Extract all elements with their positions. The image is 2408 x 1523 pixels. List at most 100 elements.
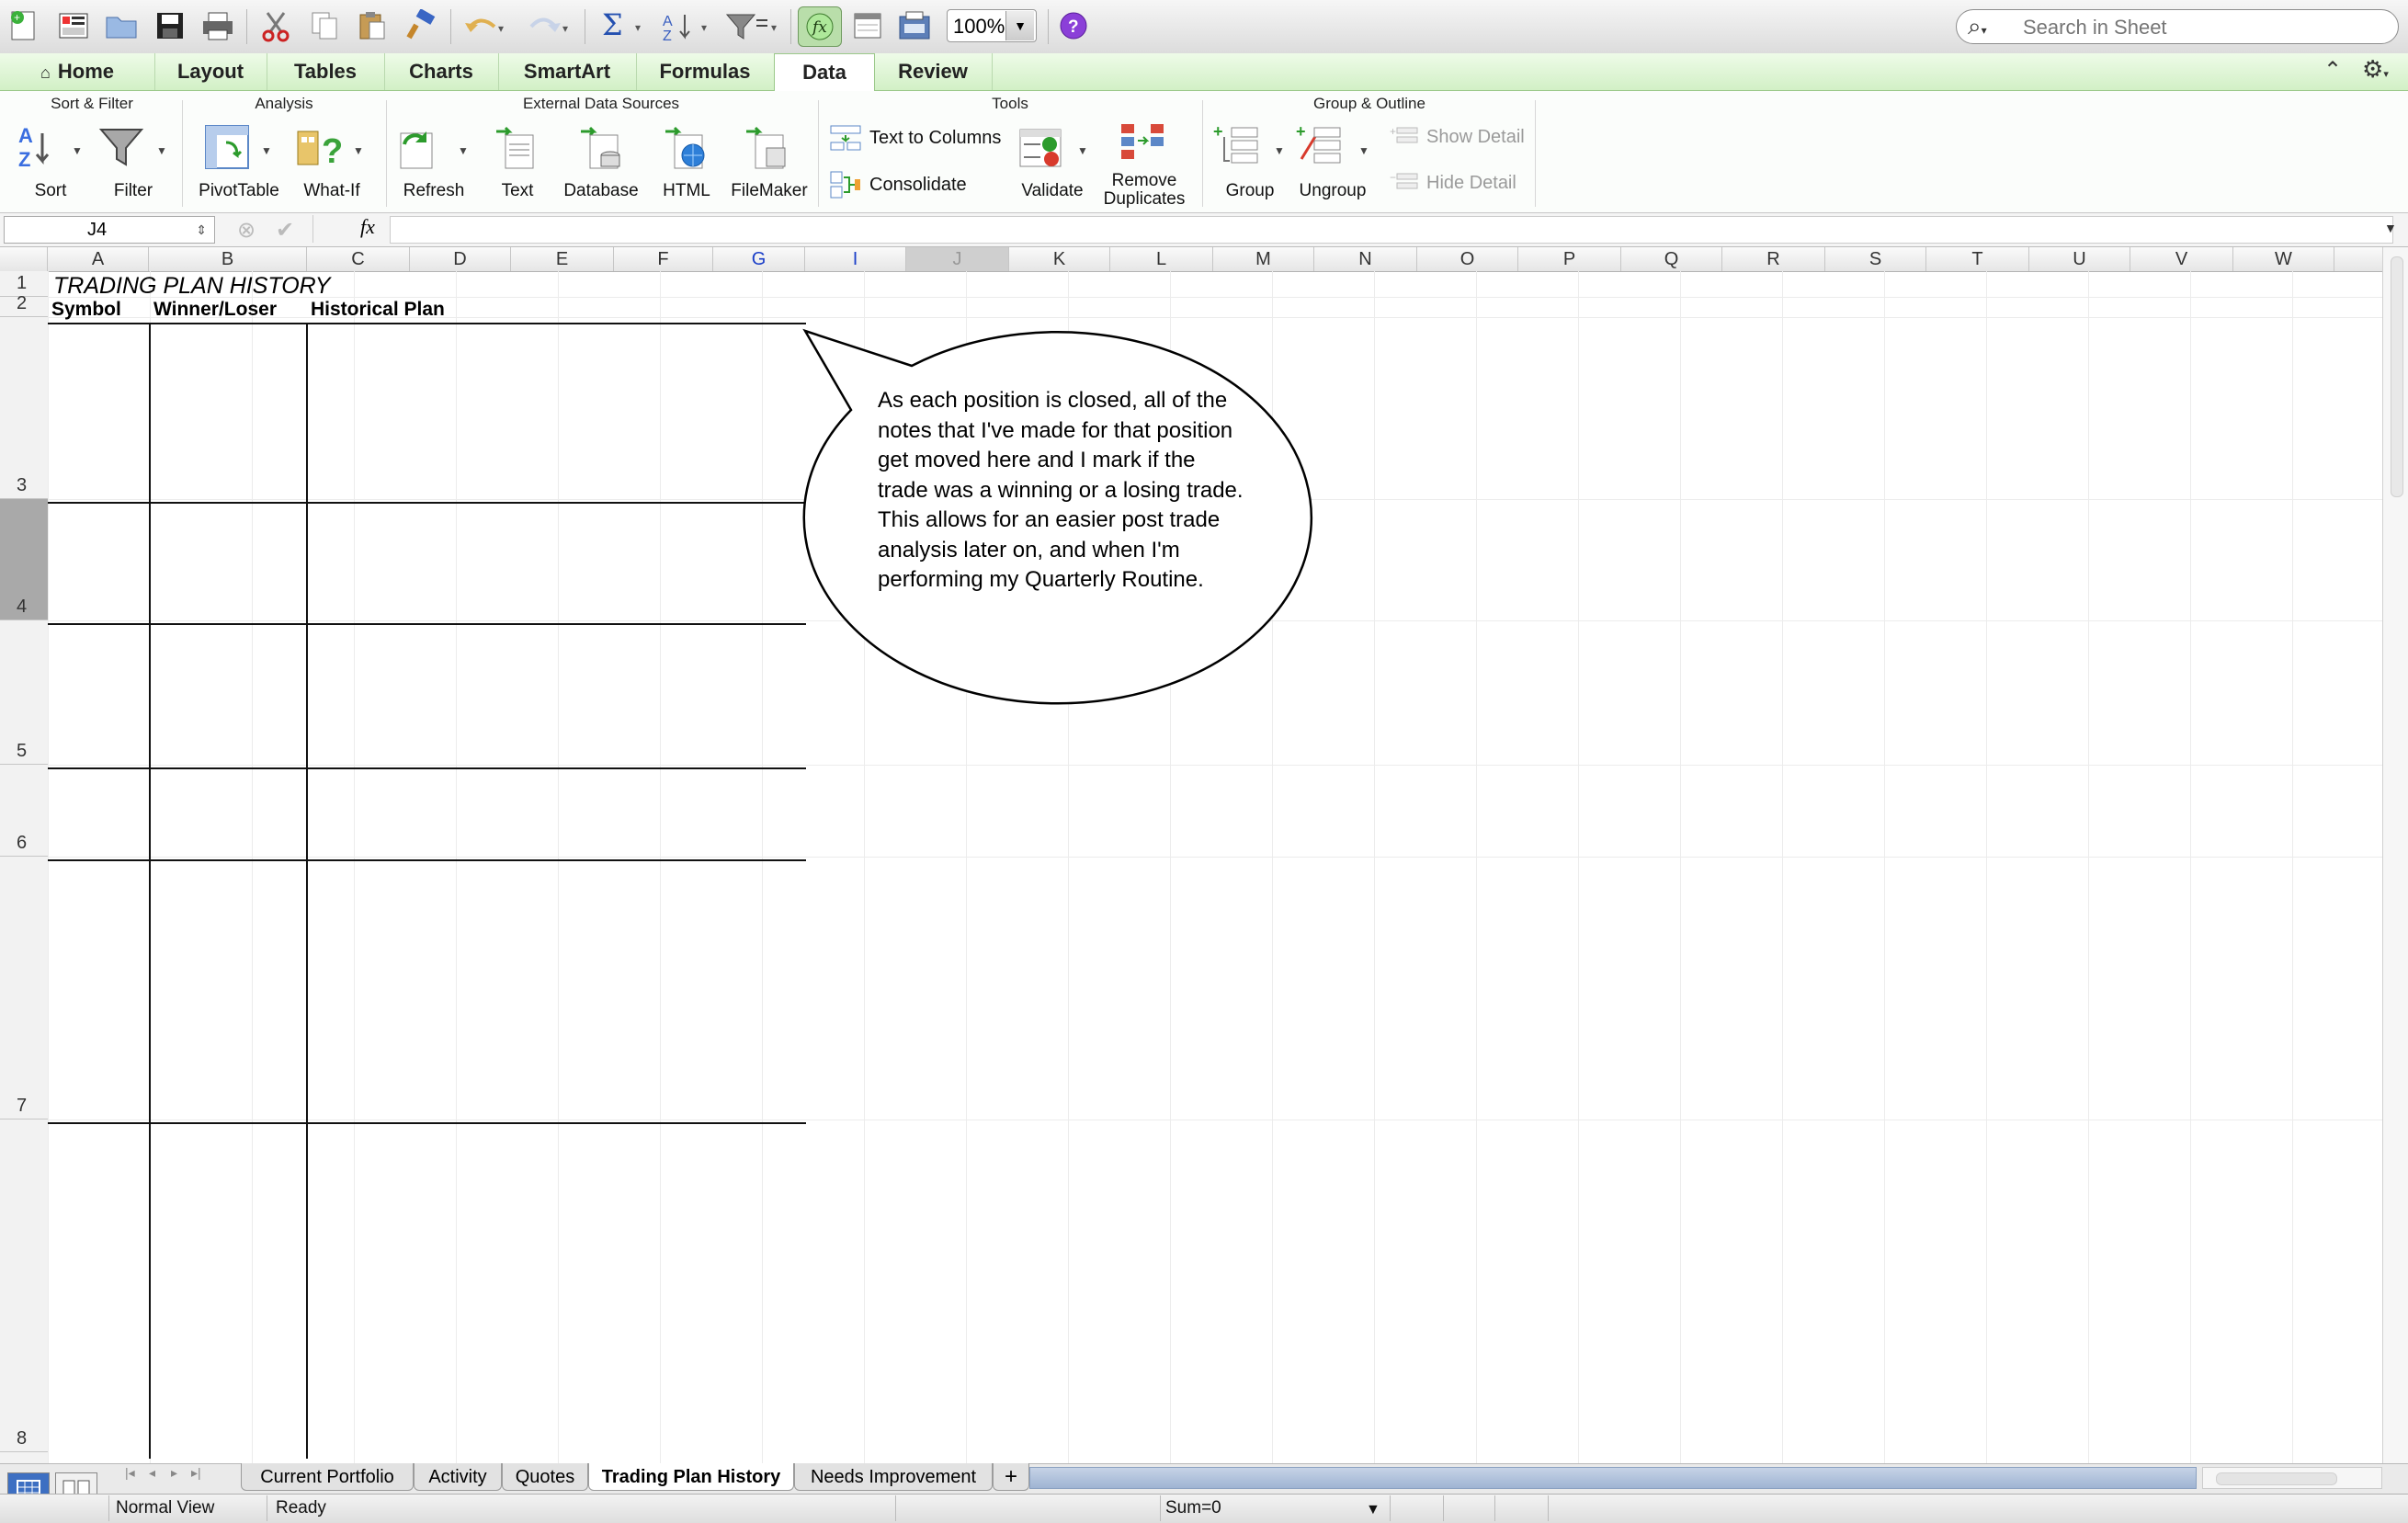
column-header[interactable]: D xyxy=(410,247,511,271)
help-icon[interactable]: ? xyxy=(1055,6,1092,46)
cancel-entry-icon[interactable]: ⊗ xyxy=(237,217,256,244)
what-if-icon[interactable]: ? xyxy=(296,122,346,172)
collapse-ribbon-icon[interactable]: ⌃ xyxy=(2323,57,2342,84)
database-icon[interactable] xyxy=(577,122,627,172)
cut-icon[interactable] xyxy=(257,6,294,46)
column-header-active[interactable]: J xyxy=(906,247,1009,271)
sheet-tab-quotes[interactable]: Quotes xyxy=(502,1463,588,1491)
remove-duplicates-button-label[interactable]: Remove Duplicates xyxy=(1103,172,1186,209)
refresh-dropdown-icon[interactable]: ▼ xyxy=(458,144,469,157)
sort-dropdown-icon[interactable]: ▼ xyxy=(72,144,83,157)
search-box[interactable]: ⌕▾ xyxy=(1956,9,2399,44)
next-sheet-icon[interactable]: ▸ xyxy=(171,1465,177,1481)
sheet-tab-current-portfolio[interactable]: Current Portfolio xyxy=(241,1463,414,1491)
column-header[interactable]: V xyxy=(2130,247,2233,271)
name-box-stepper-icon[interactable]: ⇕ xyxy=(196,217,207,243)
horizontal-scroll-track[interactable] xyxy=(2202,1467,2382,1489)
validate-icon[interactable] xyxy=(1018,124,1068,174)
sort-icon[interactable]: AZ xyxy=(13,122,62,172)
fx-icon[interactable]: fx xyxy=(360,215,375,239)
filemaker-icon[interactable] xyxy=(743,122,792,172)
tab-data[interactable]: Data xyxy=(774,53,875,92)
ungroup-icon[interactable]: + xyxy=(1296,122,1346,172)
sheet-tab-activity[interactable]: Activity xyxy=(414,1463,502,1491)
filter-toolbar-icon[interactable]: ▾ xyxy=(722,6,783,46)
refresh-button-label[interactable]: Refresh xyxy=(395,181,472,201)
vertical-scroll-thumb[interactable] xyxy=(2391,256,2403,497)
undo-icon[interactable]: ▾ xyxy=(460,6,513,46)
filter-icon[interactable] xyxy=(97,122,147,172)
column-header[interactable]: C xyxy=(307,247,410,271)
text-button-label[interactable]: Text xyxy=(485,181,550,201)
ungroup-button-label[interactable]: Ungroup xyxy=(1289,181,1377,201)
row-header[interactable]: 5 xyxy=(0,620,48,765)
column-header[interactable]: M xyxy=(1213,247,1314,271)
filemaker-button-label[interactable]: FileMaker xyxy=(726,181,812,201)
column-header[interactable]: T xyxy=(1926,247,2029,271)
formula-builder-icon[interactable]: fx xyxy=(798,6,842,47)
tab-layout[interactable]: Layout xyxy=(154,53,267,90)
redo-icon[interactable]: ▾ xyxy=(522,6,575,46)
toolbox-icon[interactable] xyxy=(896,6,933,46)
pivottable-icon[interactable] xyxy=(202,122,252,172)
column-header[interactable]: G xyxy=(713,247,805,271)
paste-icon[interactable] xyxy=(354,6,391,46)
first-sheet-icon[interactable]: |◂ xyxy=(125,1465,135,1481)
horizontal-scrollbar[interactable] xyxy=(1029,1467,2197,1489)
vertical-scrollbar[interactable] xyxy=(2382,247,2408,1466)
hide-detail-button[interactable]: − Hide Detail xyxy=(1390,170,1516,196)
tab-smartart[interactable]: SmartArt xyxy=(498,53,637,90)
column-header[interactable]: F xyxy=(614,247,713,271)
confirm-entry-icon[interactable]: ✔ xyxy=(276,217,294,244)
column-header[interactable]: R xyxy=(1722,247,1825,271)
column-header[interactable]: O xyxy=(1417,247,1518,271)
show-detail-button[interactable]: + Show Detail xyxy=(1390,124,1525,150)
filter-button-label[interactable]: Filter xyxy=(101,181,165,201)
remove-duplicates-icon[interactable] xyxy=(1119,120,1169,170)
tab-charts[interactable]: Charts xyxy=(384,53,499,90)
row-header[interactable]: 7 xyxy=(0,857,48,1120)
save-icon[interactable] xyxy=(152,6,188,46)
last-sheet-icon[interactable]: ▸| xyxy=(191,1465,201,1481)
gallery-icon[interactable] xyxy=(849,6,886,46)
open-folder-icon[interactable] xyxy=(103,6,140,46)
row-header[interactable]: 6 xyxy=(0,765,48,857)
row-header[interactable]: 8 xyxy=(0,1120,48,1452)
tab-formulas[interactable]: Formulas xyxy=(636,53,775,90)
tab-review[interactable]: Review xyxy=(874,53,993,90)
database-button-label[interactable]: Database xyxy=(557,181,645,201)
row-header[interactable]: 3 xyxy=(0,317,48,499)
import-text-icon[interactable] xyxy=(493,122,542,172)
row-header[interactable]: 2 xyxy=(0,293,48,317)
sort-button-label[interactable]: Sort xyxy=(18,181,83,201)
ungroup-dropdown-icon[interactable]: ▼ xyxy=(1358,144,1369,157)
formula-input[interactable] xyxy=(390,216,2393,244)
group-icon[interactable]: + xyxy=(1213,122,1263,172)
html-button-label[interactable]: HTML xyxy=(653,181,721,201)
add-sheet-icon[interactable]: + xyxy=(993,1463,1029,1491)
search-input[interactable] xyxy=(2021,14,2392,41)
sort-toolbar-icon[interactable]: A Z ▾ xyxy=(660,6,719,46)
autosum-icon[interactable]: Σ ▾ xyxy=(597,6,654,46)
new-workbook-icon[interactable]: + xyxy=(6,6,42,46)
templates-icon[interactable] xyxy=(55,6,92,46)
name-box[interactable]: J4 ⇕ xyxy=(4,216,215,244)
column-header[interactable]: I xyxy=(805,247,906,271)
sum-status[interactable]: Sum=0 xyxy=(1165,1498,1221,1518)
sheet-tab-trading-plan-history[interactable]: Trading Plan History xyxy=(588,1463,794,1491)
tab-tables[interactable]: Tables xyxy=(267,53,385,90)
sum-dropdown-icon[interactable]: ▼ xyxy=(1366,1502,1380,1518)
column-header[interactable]: S xyxy=(1825,247,1926,271)
search-icon[interactable]: ⌕▾ xyxy=(1968,12,1987,41)
consolidate-button[interactable]: Consolidate xyxy=(829,170,967,199)
previous-sheet-icon[interactable]: ◂ xyxy=(149,1465,155,1481)
ribbon-settings-gear-icon[interactable]: ⚙▾ xyxy=(2362,55,2389,84)
format-painter-icon[interactable] xyxy=(403,6,439,46)
column-header[interactable]: K xyxy=(1009,247,1110,271)
column-header[interactable]: W xyxy=(2233,247,2334,271)
refresh-icon[interactable] xyxy=(395,122,445,172)
column-header[interactable]: U xyxy=(2029,247,2130,271)
expand-formula-bar-icon[interactable]: ▼ xyxy=(2384,221,2397,235)
what-if-button-label[interactable]: What-If xyxy=(294,181,369,201)
filter-dropdown-icon[interactable]: ▼ xyxy=(156,144,167,157)
